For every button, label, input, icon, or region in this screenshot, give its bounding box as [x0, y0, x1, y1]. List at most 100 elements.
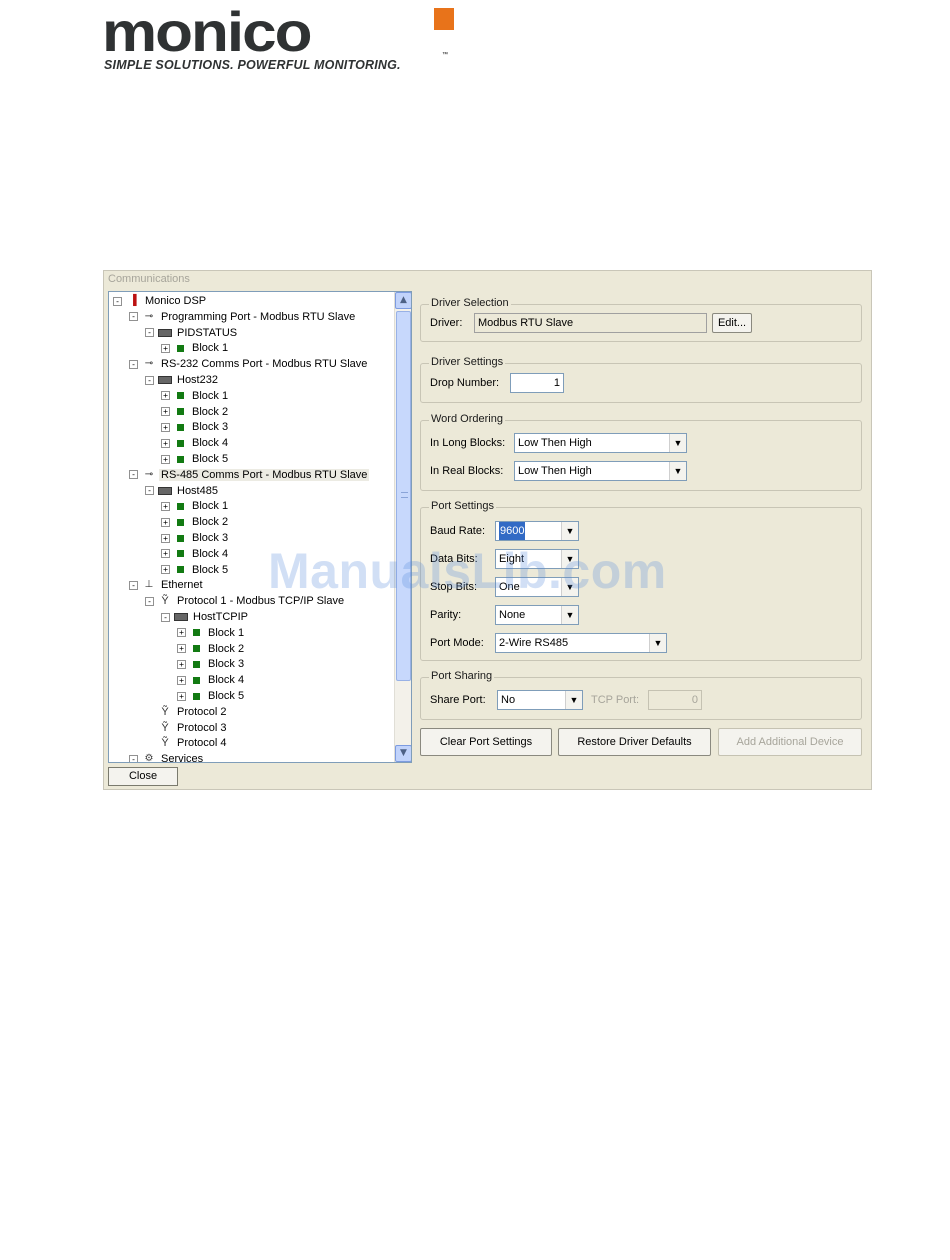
- host-icon: [158, 486, 172, 495]
- tree-item[interactable]: + Block 1: [161, 340, 230, 356]
- collapse-icon[interactable]: -: [129, 312, 138, 322]
- tree-item-label: Block 5: [208, 690, 245, 702]
- tree-item[interactable]: - ⊥ Ethernet: [129, 577, 205, 593]
- expand-icon[interactable]: +: [177, 659, 186, 669]
- long-blocks-value: Low Then High: [518, 437, 592, 449]
- clear-port-settings-button[interactable]: Clear Port Settings: [420, 728, 552, 756]
- tree-item[interactable]: + Block 2: [161, 514, 230, 530]
- tree-item[interactable]: + Block 5: [177, 688, 246, 704]
- tree-item[interactable]: - ⊸ Programming Port - Modbus RTU Slave: [129, 309, 357, 325]
- services-icon: ⚙: [144, 753, 154, 763]
- collapse-icon[interactable]: -: [113, 296, 122, 306]
- driver-settings-legend: Driver Settings: [429, 356, 506, 368]
- drop-number-field[interactable]: 1: [510, 373, 564, 393]
- device-icon: ▐: [129, 295, 137, 306]
- collapse-icon[interactable]: -: [129, 359, 138, 369]
- tree-item[interactable]: Ỹ Protocol 2: [145, 704, 229, 720]
- restore-driver-defaults-button[interactable]: Restore Driver Defaults: [558, 728, 711, 756]
- port-mode-value: 2-Wire RS485: [499, 637, 569, 649]
- tree-item-label: Block 3: [192, 532, 229, 544]
- expand-icon[interactable]: +: [177, 675, 186, 685]
- chevron-down-icon[interactable]: ▼: [561, 522, 578, 540]
- word-ordering-legend: Word Ordering: [429, 413, 505, 425]
- close-button[interactable]: Close: [108, 767, 178, 786]
- tree-item[interactable]: - ⊸ RS-485 Comms Port - Modbus RTU Slave: [129, 467, 370, 483]
- tree-item[interactable]: + Block 1: [161, 388, 230, 404]
- share-port-label: Share Port:: [430, 694, 486, 706]
- port-mode-select[interactable]: 2-Wire RS485 ▼: [495, 633, 667, 653]
- tree-item-label: Block 1: [192, 389, 229, 402]
- chevron-down-icon[interactable]: ▼: [649, 634, 666, 652]
- collapse-icon[interactable]: -: [145, 375, 154, 385]
- scroll-thumb[interactable]: [396, 311, 411, 681]
- tree-item-label: Block 5: [192, 453, 229, 465]
- tree-item[interactable]: + Block 5: [161, 451, 230, 467]
- expand-icon[interactable]: +: [161, 501, 170, 511]
- tree-item[interactable]: + Block 4: [177, 672, 246, 688]
- monico-logo: monico ™ SIMPLE SOLUTIONS. POWERFUL MONI…: [102, 5, 454, 72]
- chevron-down-icon[interactable]: ▼: [565, 691, 582, 709]
- chevron-down-icon[interactable]: ▼: [561, 606, 578, 624]
- tree-item[interactable]: - Host232: [145, 372, 220, 388]
- expand-icon[interactable]: +: [161, 454, 170, 464]
- scroll-up-icon[interactable]: ▲: [395, 292, 411, 309]
- collapse-icon[interactable]: -: [145, 486, 154, 496]
- expand-icon[interactable]: +: [177, 628, 186, 638]
- expand-icon[interactable]: +: [161, 422, 170, 432]
- long-blocks-select[interactable]: Low Then High ▼: [514, 433, 687, 453]
- share-port-select[interactable]: No ▼: [497, 690, 583, 710]
- expand-icon[interactable]: +: [161, 391, 170, 401]
- real-blocks-value: Low Then High: [518, 465, 592, 477]
- tree-item[interactable]: - ⚙ Services: [129, 751, 205, 763]
- comms-tree: - ▐ Monico DSP - ⊸ Programming Port - Modbus …: [108, 291, 412, 763]
- tree-item[interactable]: + Block 1: [177, 625, 246, 641]
- tree-item[interactable]: Ỹ Protocol 4: [145, 735, 229, 751]
- baud-rate-select[interactable]: 9600 ▼: [495, 521, 579, 541]
- expand-icon[interactable]: +: [161, 565, 170, 575]
- tree-item-label: Block 4: [192, 547, 229, 560]
- tree-item[interactable]: + Block 1: [161, 498, 230, 514]
- expand-icon[interactable]: +: [161, 438, 170, 448]
- tree-item[interactable]: + Block 2: [177, 641, 246, 657]
- chevron-down-icon[interactable]: ▼: [669, 434, 686, 452]
- expand-icon[interactable]: +: [161, 533, 170, 543]
- driver-selection-legend: Driver Selection: [429, 297, 511, 309]
- tree-item[interactable]: + Block 4: [161, 435, 230, 451]
- collapse-icon[interactable]: -: [161, 612, 170, 622]
- tree-item[interactable]: - ⊸ RS-232 Comms Port - Modbus RTU Slave: [129, 356, 369, 372]
- expand-icon[interactable]: +: [161, 549, 170, 559]
- tree-item[interactable]: + Block 2: [161, 404, 230, 420]
- block-icon: [177, 344, 184, 352]
- expand-icon[interactable]: +: [161, 343, 170, 353]
- collapse-icon[interactable]: -: [129, 580, 138, 590]
- parity-select[interactable]: None ▼: [495, 605, 579, 625]
- expand-icon[interactable]: +: [177, 644, 186, 654]
- scroll-down-icon[interactable]: ▼: [395, 745, 411, 762]
- tree-item-label: Block 3: [192, 421, 229, 434]
- baud-rate-value: 9600: [499, 522, 526, 540]
- window-title: Communications: [108, 273, 190, 285]
- expand-icon[interactable]: +: [161, 517, 170, 527]
- expand-icon[interactable]: +: [161, 407, 170, 417]
- tree-item[interactable]: + Block 4: [161, 546, 230, 562]
- tree-item[interactable]: + Block 3: [177, 656, 246, 672]
- tree-item[interactable]: - ▐ Monico DSP: [113, 293, 208, 309]
- tree-item[interactable]: - Host485: [145, 483, 220, 499]
- tree-scrollbar[interactable]: ▲ ▼: [394, 292, 411, 762]
- block-icon: [193, 660, 200, 668]
- tree-item[interactable]: - PIDSTATUS: [145, 325, 239, 341]
- collapse-icon[interactable]: -: [145, 328, 154, 338]
- tree-item[interactable]: + Block 3: [161, 530, 230, 546]
- chevron-down-icon[interactable]: ▼: [669, 462, 686, 480]
- tree-item[interactable]: + Block 5: [161, 562, 230, 578]
- edit-driver-button[interactable]: Edit...: [712, 313, 752, 333]
- expand-icon[interactable]: +: [177, 691, 186, 701]
- collapse-icon[interactable]: -: [129, 470, 138, 480]
- tree-item[interactable]: + Block 3: [161, 419, 230, 435]
- tree-item[interactable]: Ỹ Protocol 3: [145, 720, 229, 736]
- collapse-icon[interactable]: -: [145, 596, 154, 606]
- port-icon: ⊸: [144, 358, 154, 370]
- collapse-icon[interactable]: -: [129, 754, 138, 762]
- real-blocks-select[interactable]: Low Then High ▼: [514, 461, 687, 481]
- tree-item[interactable]: - HostTCPIP: [161, 609, 250, 625]
